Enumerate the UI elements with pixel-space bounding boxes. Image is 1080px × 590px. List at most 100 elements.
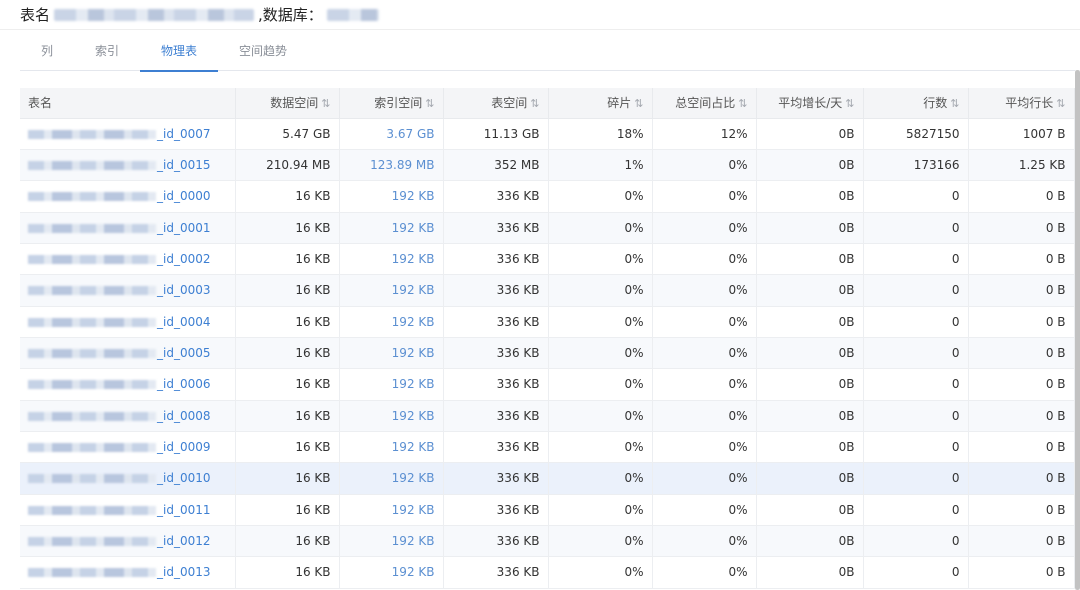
column-header-table-space[interactable]: 表空间 ⇅ [443,88,549,119]
table-row[interactable]: _id_0008 16 KB 192 KB 336 KB 0% 0% 0B 0 0 B [20,400,1075,432]
scrollbar-thumb[interactable] [1075,70,1080,590]
index-space-cell[interactable]: 192 KB [339,462,444,495]
index-space-cell[interactable]: 3.67 GB [339,118,444,150]
table-name-link[interactable]: _id_0011 [157,503,211,517]
sort-icon[interactable]: ⇅ [845,97,854,110]
index-space-cell[interactable]: 192 KB [339,274,444,307]
table-name-cell[interactable]: _id_0011 [20,494,236,526]
index-space-cell[interactable]: 192 KB [339,556,444,589]
vertical-scrollbar[interactable] [1075,70,1080,590]
column-header-table-name[interactable]: 表名 [20,88,236,119]
sort-icon[interactable]: ⇅ [530,97,539,110]
sort-icon[interactable]: ⇅ [950,97,959,110]
table-row[interactable]: _id_0002 16 KB 192 KB 336 KB 0% 0% 0B 0 0 B [20,243,1075,276]
table-name-link[interactable]: _id_0006 [157,377,211,391]
daily-growth-cell: 0B [756,368,864,401]
index-space-cell[interactable]: 192 KB [339,368,444,401]
column-header-row-count[interactable]: 行数 ⇅ [863,88,969,119]
index-space-cell[interactable]: 192 KB [339,337,444,370]
avg-row-length-cell: 0 B [968,212,1075,244]
table-name-link[interactable]: _id_0015 [157,158,211,172]
table-name-cell[interactable]: _id_0006 [20,368,236,401]
index-space-cell[interactable]: 192 KB [339,212,444,244]
column-header-avg-row-length[interactable]: 平均行长 ⇅ [968,88,1075,119]
column-header-fragment[interactable]: 碎片 ⇅ [548,88,653,119]
sort-icon[interactable]: ⇅ [634,97,643,110]
table-name-cell[interactable]: _id_0008 [20,400,236,432]
table-name-link[interactable]: _id_0005 [157,346,211,360]
tab-space-trend[interactable]: 空间趋势 [218,36,308,71]
table-row[interactable]: _id_0003 16 KB 192 KB 336 KB 0% 0% 0B 0 0 B [20,274,1075,307]
table-name-link[interactable]: _id_0009 [157,440,211,454]
daily-growth-cell: 0B [756,525,864,558]
sort-icon[interactable]: ⇅ [425,97,434,110]
index-space-cell[interactable]: 192 KB [339,525,444,558]
column-header-space-ratio[interactable]: 总空间占比 ⇅ [652,88,757,119]
fragment-cell: 0% [548,180,653,213]
tab-indexes[interactable]: 索引 [74,36,140,71]
data-space-cell: 16 KB [235,212,340,244]
table-name-link[interactable]: _id_0007 [157,127,211,141]
data-space-cell: 16 KB [235,400,340,432]
table-name-link[interactable]: _id_0012 [157,534,211,548]
table-name-cell[interactable]: _id_0010 [20,462,236,495]
table-name-link[interactable]: _id_0013 [157,565,211,579]
redacted-name-prefix [28,537,156,547]
table-row[interactable]: _id_0012 16 KB 192 KB 336 KB 0% 0% 0B 0 0 B [20,525,1075,558]
index-space-cell[interactable]: 192 KB [339,306,444,338]
table-name-link[interactable]: _id_0008 [157,409,211,423]
table-row[interactable]: _id_0009 16 KB 192 KB 336 KB 0% 0% 0B 0 0 B [20,431,1075,464]
index-space-cell[interactable]: 192 KB [339,494,444,526]
table-name-cell[interactable]: _id_0013 [20,556,236,589]
table-name-cell[interactable]: _id_0005 [20,337,236,370]
table-name-link[interactable]: _id_0010 [157,471,211,485]
table-name-cell[interactable]: _id_0007 [20,118,236,150]
sort-icon[interactable]: ⇅ [738,97,747,110]
table-name-link[interactable]: _id_0004 [157,315,211,329]
table-row[interactable]: _id_0013 16 KB 192 KB 336 KB 0% 0% 0B 0 0 B [20,556,1075,589]
fragment-cell: 0% [548,337,653,370]
table-row[interactable]: _id_0006 16 KB 192 KB 336 KB 0% 0% 0B 0 0 B [20,368,1075,401]
table-name-cell[interactable]: _id_0001 [20,212,236,244]
column-header-daily-growth[interactable]: 平均增长/天 ⇅ [756,88,864,119]
table-name-link[interactable]: _id_0002 [157,252,211,266]
space-ratio-cell: 0% [652,556,757,589]
table-space-cell: 336 KB [443,462,549,495]
table-name-cell[interactable]: _id_0000 [20,180,236,213]
row-count-cell: 173166 [863,149,969,182]
table-name-cell[interactable]: _id_0015 [20,149,236,182]
sort-icon[interactable]: ⇅ [1056,97,1065,110]
space-ratio-cell: 0% [652,462,757,495]
table-space-cell: 336 KB [443,337,549,370]
table-row[interactable]: _id_0007 5.47 GB 3.67 GB 11.13 GB 18% 12% 0B 58… [20,118,1075,150]
tab-columns[interactable]: 列 [20,36,74,71]
table-name-cell[interactable]: _id_0004 [20,306,236,338]
space-ratio-cell: 0% [652,368,757,401]
table-row[interactable]: _id_0001 16 KB 192 KB 336 KB 0% 0% 0B 0 0 B [20,212,1075,244]
tab-physical-table[interactable]: 物理表 [140,36,219,72]
table-row[interactable]: _id_0011 16 KB 192 KB 336 KB 0% 0% 0B 0 0 B [20,494,1075,526]
table-row[interactable]: _id_0005 16 KB 192 KB 336 KB 0% 0% 0B 0 0 B [20,337,1075,370]
table-name-cell[interactable]: _id_0012 [20,525,236,558]
table-row[interactable]: _id_0000 16 KB 192 KB 336 KB 0% 0% 0B 0 0 B [20,180,1075,213]
fragment-cell: 0% [548,400,653,432]
index-space-cell[interactable]: 192 KB [339,400,444,432]
table-row[interactable]: _id_0004 16 KB 192 KB 336 KB 0% 0% 0B 0 0 B [20,306,1075,338]
index-space-cell[interactable]: 192 KB [339,243,444,276]
index-space-cell[interactable]: 192 KB [339,180,444,213]
table-name-cell[interactable]: _id_0003 [20,274,236,307]
table-row[interactable]: _id_0010 16 KB 192 KB 336 KB 0% 0% 0B 0 0 B [20,462,1075,495]
table-name-cell[interactable]: _id_0002 [20,243,236,276]
table-name-link[interactable]: _id_0000 [157,189,211,203]
index-space-cell[interactable]: 123.89 MB [339,149,444,182]
table-row[interactable]: _id_0015 210.94 MB 123.89 MB 352 MB 1% 0% 0B 17… [20,149,1075,182]
column-header-index-space[interactable]: 索引空间 ⇅ [339,88,444,119]
column-header-data-space[interactable]: 数据空间 ⇅ [235,88,340,119]
table-name-link[interactable]: _id_0003 [157,283,211,297]
sort-icon[interactable]: ⇅ [321,97,330,110]
index-space-cell[interactable]: 192 KB [339,431,444,464]
table-name-link[interactable]: _id_0001 [157,221,211,235]
fragment-cell: 18% [548,118,653,150]
table-space-cell: 336 KB [443,180,549,213]
table-name-cell[interactable]: _id_0009 [20,431,236,464]
